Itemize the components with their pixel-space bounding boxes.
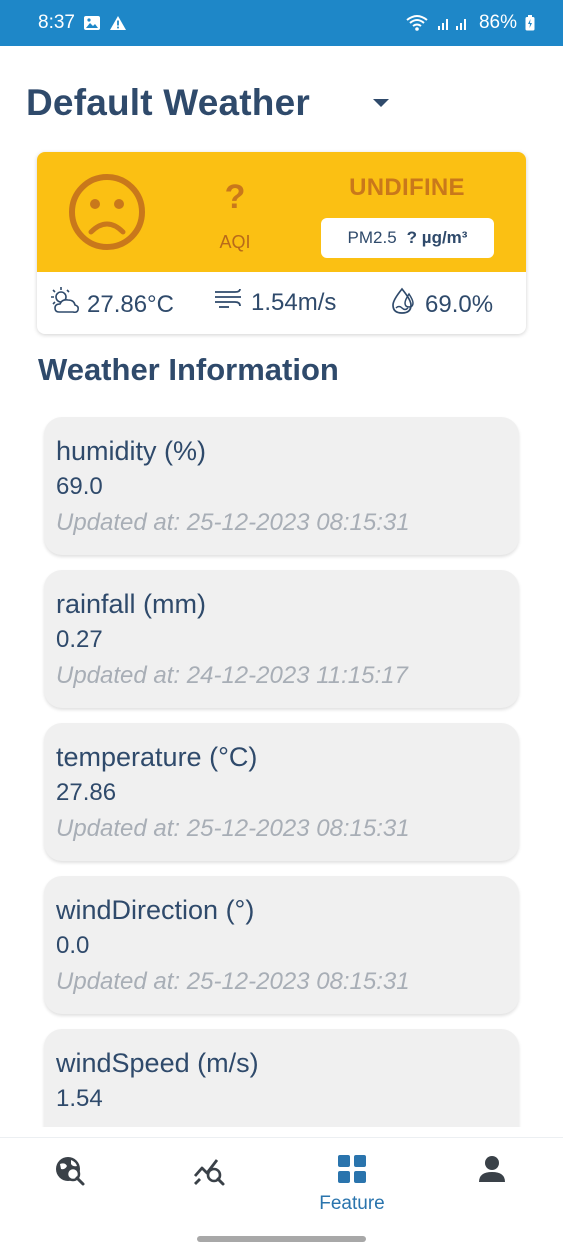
card-value: 0.27 [56,626,103,653]
card-value: 27.86 [56,779,117,806]
card-value: 69.0 [56,473,103,500]
nav-item-feature[interactable]: Feature [292,1154,412,1215]
card-updated: Updated at: 24-12-2023 11:15:17 [56,662,408,689]
info-card-temperature[interactable]: temperature (°C) 27.86 Updated at: 25-12… [44,723,519,861]
location-header[interactable]: Default Weather [26,78,396,128]
status-bar: 8:37 86% [0,0,563,46]
chart-search-icon [192,1154,228,1193]
card-updated: Updated at: 25-12-2023 08:15:31 [56,968,410,995]
card-updated: Updated at: 25-12-2023 08:15:31 [56,815,410,842]
card-title: rainfall (mm) [56,589,207,619]
humidity-metric: 69.0% [389,286,493,323]
aqi-status: UNDIFINE [349,174,465,201]
info-card-rainfall[interactable]: rainfall (mm) 0.27 Updated at: 24-12-202… [44,570,519,708]
wind-value: 1.54m/s [251,288,337,316]
wind-metric: 1.54m/s [213,286,336,319]
info-card-humidity[interactable]: humidity (%) 69.0 Updated at: 25-12-2023… [44,417,519,555]
wind-icon [213,286,245,319]
home-indicator[interactable] [197,1236,366,1242]
page-title: Default Weather [26,82,310,123]
bottom-navigation: Feature [0,1137,563,1252]
card-title: humidity (%) [56,436,207,466]
weather-info-list[interactable]: humidity (%) 69.0 Updated at: 25-12-2023… [0,400,563,1127]
temperature-metric: 27.86°C [49,286,174,323]
wifi-icon [405,14,429,32]
card-value: 1.54 [56,1085,103,1112]
aqi-panel: ? AQI UNDIFINE PM2.5 ? µg/m³ [37,152,526,272]
aqi-label: AQI [219,232,251,252]
caret-down-icon[interactable] [366,88,396,118]
partly-cloudy-icon [49,286,81,323]
section-title: Weather Information [38,352,339,387]
info-card-wind-speed[interactable]: windSpeed (m/s) 1.54 [44,1029,519,1127]
battery-percent: 86% [478,12,517,33]
card-title: windDirection (°) [56,895,255,925]
card-title: windSpeed (m/s) [56,1048,259,1078]
status-time: 8:37 [38,12,75,33]
aqi-card: ? AQI UNDIFINE PM2.5 ? µg/m³ 27.86°C 1.5… [37,152,526,334]
grid-icon [337,1154,367,1189]
nav-label-feature: Feature [319,1193,385,1214]
sad-face-icon [67,172,147,252]
nav-item-map[interactable] [10,1154,130,1193]
card-updated: Updated at: 25-12-2023 08:15:31 [56,509,410,536]
nav-item-analytics[interactable] [150,1154,270,1193]
card-value: 0.0 [56,932,90,959]
humidity-icon [389,286,419,323]
temperature-value: 27.86°C [87,290,174,318]
battery-icon [525,15,535,31]
current-conditions: 27.86°C 1.54m/s 69.0% [37,272,526,334]
person-icon [477,1154,507,1189]
card-title: temperature (°C) [56,742,258,772]
warning-icon [109,15,127,31]
pm25-badge: PM2.5 ? µg/m³ [321,218,494,258]
pm25-value: ? µg/m³ [406,228,468,247]
signal-icon [437,15,471,31]
pm25-label: PM2.5 [347,228,397,247]
image-icon [83,15,101,31]
humidity-value: 69.0% [425,290,494,318]
nav-item-profile[interactable] [432,1154,552,1189]
globe-search-icon [53,1154,87,1193]
info-card-wind-direction[interactable]: windDirection (°) 0.0 Updated at: 25-12-… [44,876,519,1014]
aqi-value: ? [224,178,246,216]
